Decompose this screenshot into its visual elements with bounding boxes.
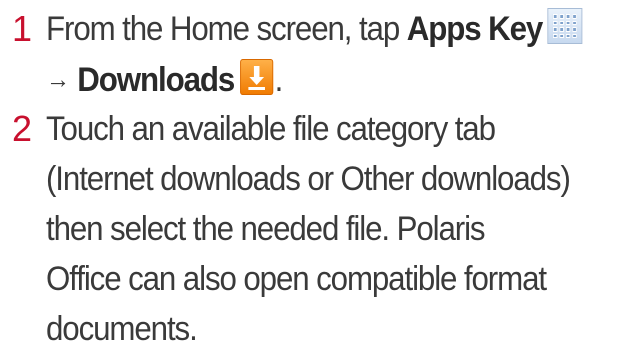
apps-key-label: Apps Key — [406, 10, 544, 48]
step-number: 1 — [12, 8, 32, 49]
arrow-right-icon: → — [46, 64, 70, 94]
step-2-line-1: Touch an available file category tab — [46, 110, 496, 148]
step-2-line-4: Office can also open compatible format — [46, 260, 547, 298]
step-number: 2 — [12, 108, 32, 149]
step-2-line-2: (Internet downloads or Other downloads) — [46, 160, 571, 198]
step-1-line-2: → Downloads. — [46, 56, 588, 106]
step-1-period: . — [274, 61, 284, 99]
step-text: Touch an available file category tab (In… — [46, 106, 635, 356]
downloads-label: Downloads — [77, 61, 235, 99]
step-2-line-3: then select the needed file. Polaris — [46, 210, 486, 248]
step-text: From the Home screen, tap Apps Key → Down… — [46, 6, 635, 106]
step-1-line-1: From the Home screen, tap Apps Key — [46, 6, 588, 56]
apps-grid-icon — [547, 8, 583, 44]
instruction-page: 1 From the Home screen, tap Apps Key → Do… — [0, 0, 635, 363]
step-2-line-5: documents. — [46, 310, 198, 348]
step-1-prefix-text: From the Home screen, tap — [46, 10, 407, 48]
download-icon — [239, 59, 273, 95]
